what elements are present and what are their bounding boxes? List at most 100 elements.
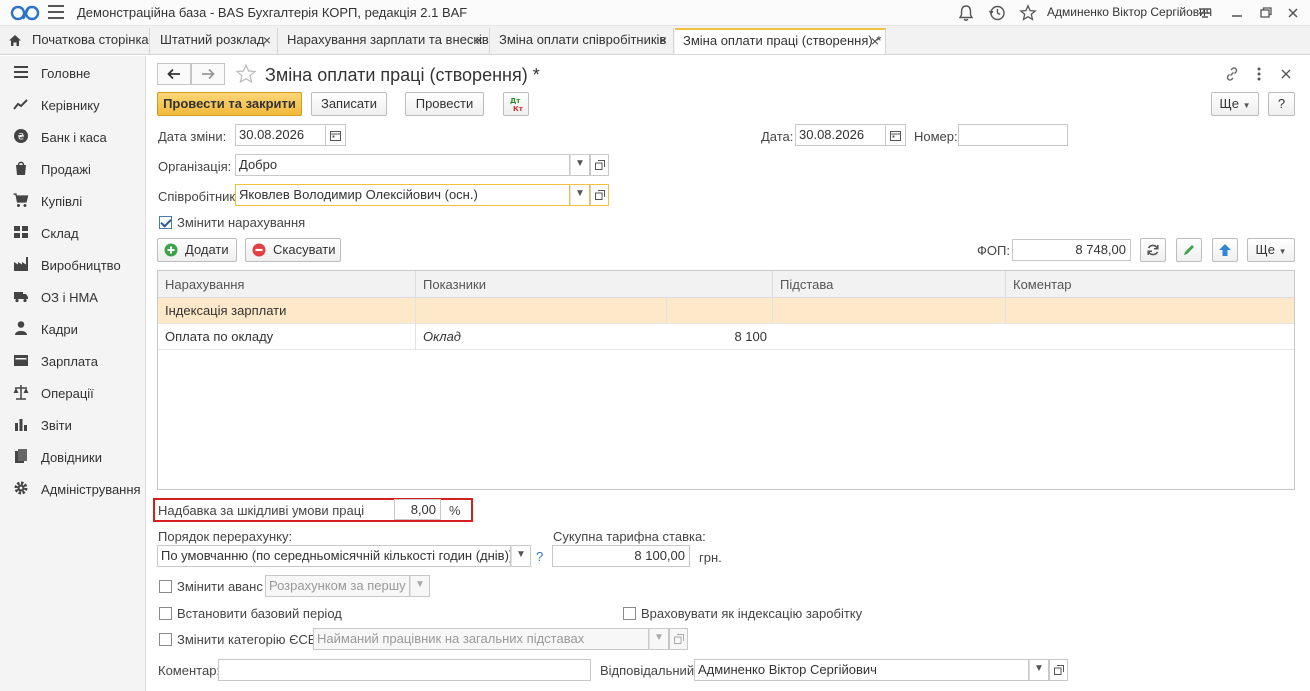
tab-label: Зміна оплати співробітників bbox=[499, 32, 667, 47]
tab-home[interactable]: Початкова сторінка bbox=[0, 28, 150, 54]
current-user[interactable]: Админенко Віктор Сергійович bbox=[1047, 5, 1212, 19]
tab-salary-changes[interactable]: Зміна оплати співробітників × bbox=[491, 28, 674, 54]
responsible-field[interactable]: Админенко Віктор Сергійович bbox=[694, 659, 1029, 681]
sidebar-item-manager[interactable]: Керівнику bbox=[0, 89, 146, 119]
sidebar-item-hr[interactable]: Кадри bbox=[0, 313, 146, 343]
app-title: Демонстраційна база - BAS Бухгалтерія КО… bbox=[77, 5, 468, 20]
help-button[interactable]: ? bbox=[1268, 92, 1295, 116]
chevron-down-icon[interactable]: ▼ bbox=[1029, 659, 1049, 681]
open-icon[interactable] bbox=[1049, 659, 1068, 681]
close-icon[interactable]: × bbox=[475, 28, 483, 52]
sidebar-item-bank[interactable]: ₴ Банк і каса bbox=[0, 121, 146, 151]
calendar-icon[interactable] bbox=[326, 124, 346, 146]
recalc-help-icon[interactable]: ? bbox=[536, 549, 543, 564]
change-accruals-checkbox[interactable] bbox=[159, 216, 172, 229]
recalc-order-field[interactable]: По умовчанню (по середньомісячній кілько… bbox=[157, 545, 511, 567]
cancel-accrual-button[interactable]: Скасувати bbox=[245, 238, 341, 262]
sidebar-item-purchases[interactable]: Купівлі bbox=[0, 185, 146, 215]
change-esv-checkbox[interactable] bbox=[159, 633, 172, 646]
fop-field[interactable]: 8 748,00 bbox=[1012, 239, 1131, 261]
accruals-table[interactable]: Нарахування Показники Підстава Коментар … bbox=[157, 270, 1295, 490]
total-rate-field[interactable]: 8 100,00 bbox=[552, 545, 690, 567]
column-header[interactable]: Підстава bbox=[773, 271, 1006, 298]
responsible-label: Відповідальний: bbox=[600, 663, 698, 678]
forward-button[interactable] bbox=[191, 63, 225, 85]
more-vertical-icon[interactable] bbox=[1252, 66, 1266, 82]
sidebar-item-sales[interactable]: Продажі bbox=[0, 153, 146, 183]
open-icon[interactable] bbox=[590, 184, 609, 206]
sidebar-item-production[interactable]: Виробництво bbox=[0, 249, 146, 279]
restore-icon[interactable] bbox=[1257, 4, 1275, 22]
column-header[interactable]: Нарахування bbox=[158, 271, 416, 298]
more-actions-button[interactable]: Ще ▼ bbox=[1211, 92, 1259, 116]
total-rate-label: Сукупна тарифна ставка: bbox=[553, 529, 706, 544]
save-button[interactable]: Записати bbox=[311, 92, 387, 116]
column-header[interactable]: Показники bbox=[416, 271, 773, 298]
base-period-checkbox[interactable] bbox=[159, 607, 172, 620]
column-header[interactable]: Коментар bbox=[1006, 271, 1294, 298]
chevron-down-icon[interactable]: ▼ bbox=[570, 184, 590, 206]
tab-staff-schedule[interactable]: Штатний розклад × bbox=[152, 28, 278, 54]
link-icon[interactable] bbox=[1224, 66, 1240, 82]
grid-more-button[interactable]: Ще ▼ bbox=[1247, 238, 1295, 262]
sidebar-item-admin[interactable]: Адміністрування bbox=[0, 473, 146, 503]
date-field[interactable]: 30.08.2026 bbox=[795, 124, 886, 146]
chevron-down-icon[interactable]: ▼ bbox=[511, 545, 531, 567]
sidebar-item-assets[interactable]: ОЗ і НМА bbox=[0, 281, 146, 311]
hazard-allowance-field[interactable]: 8,00 bbox=[394, 499, 441, 520]
calendar-icon[interactable] bbox=[886, 124, 906, 146]
change-accruals-label: Змінити нарахування bbox=[177, 215, 306, 230]
post-and-close-button[interactable]: Провести та закрити bbox=[157, 92, 302, 116]
close-icon[interactable]: × bbox=[263, 28, 271, 52]
post-button[interactable]: Провести bbox=[405, 92, 484, 116]
add-button[interactable]: Додати bbox=[157, 238, 237, 262]
edit-button[interactable] bbox=[1176, 238, 1202, 262]
table-row[interactable]: Оплата по окладу Оклад 8 100 bbox=[158, 324, 1294, 350]
move-up-button[interactable] bbox=[1212, 238, 1238, 262]
sidebar-item-main[interactable]: Головне bbox=[0, 57, 146, 87]
accrual-cell: Оплата по окладу bbox=[158, 324, 416, 349]
sidebar-item-salary[interactable]: Зарплата bbox=[0, 345, 146, 375]
bell-icon[interactable] bbox=[957, 4, 975, 22]
close-icon[interactable]: × bbox=[659, 28, 667, 52]
star-icon[interactable] bbox=[1019, 4, 1037, 22]
indexation-checkbox[interactable] bbox=[623, 607, 636, 620]
history-icon[interactable] bbox=[988, 4, 1006, 22]
change-date-field[interactable]: 30.08.2026 bbox=[235, 124, 326, 146]
comment-field[interactable] bbox=[218, 659, 591, 681]
sidebar-item-operations[interactable]: Операції bbox=[0, 377, 146, 407]
employee-field[interactable]: Яковлев Володимир Олексійович (осн.) bbox=[235, 184, 570, 206]
table-row[interactable]: Індексація зарплати bbox=[158, 298, 1294, 324]
advance-method-field: Розрахунком за першу пол bbox=[265, 575, 410, 597]
main-menu-button[interactable] bbox=[48, 5, 64, 19]
favorite-star-icon[interactable] bbox=[235, 63, 257, 85]
number-field[interactable] bbox=[958, 124, 1068, 146]
sidebar-item-reports[interactable]: Звіти bbox=[0, 409, 146, 439]
close-window-icon[interactable] bbox=[1284, 4, 1302, 22]
more-label: Ще bbox=[1255, 242, 1275, 257]
cart-icon bbox=[13, 193, 29, 207]
arrow-left-icon bbox=[167, 68, 180, 80]
sidebar-item-label: Купівлі bbox=[41, 194, 83, 209]
change-advance-checkbox[interactable] bbox=[159, 580, 172, 593]
sidebar-item-directories[interactable]: Довідники bbox=[0, 441, 146, 471]
more-label: Ще bbox=[1219, 96, 1239, 111]
minimize-icon[interactable] bbox=[1228, 4, 1246, 22]
close-icon[interactable]: × bbox=[871, 30, 879, 52]
tab-salary-change-create[interactable]: Зміна оплати праці (створення) * × bbox=[675, 28, 886, 54]
sidebar-item-label: Виробництво bbox=[41, 258, 121, 273]
bag-icon bbox=[16, 161, 26, 175]
refresh-button[interactable] bbox=[1140, 238, 1166, 262]
back-button[interactable] bbox=[157, 63, 191, 85]
organization-field[interactable]: Добро bbox=[235, 154, 570, 176]
tab-payroll[interactable]: Нарахування зарплати та внесків × bbox=[279, 28, 490, 54]
sidebar-item-label: ОЗ і НМА bbox=[41, 290, 98, 305]
settings-menu-icon[interactable] bbox=[1196, 4, 1214, 22]
accounting-entries-button[interactable]: Дт Кт bbox=[503, 92, 529, 116]
sidebar-item-warehouse[interactable]: Склад bbox=[0, 217, 146, 247]
chevron-down-icon[interactable]: ▼ bbox=[570, 154, 590, 176]
chevron-down-icon: ▼ bbox=[410, 575, 430, 597]
close-form-icon[interactable] bbox=[1279, 67, 1293, 81]
open-icon[interactable] bbox=[590, 154, 609, 176]
comment-cell bbox=[1006, 298, 1294, 323]
